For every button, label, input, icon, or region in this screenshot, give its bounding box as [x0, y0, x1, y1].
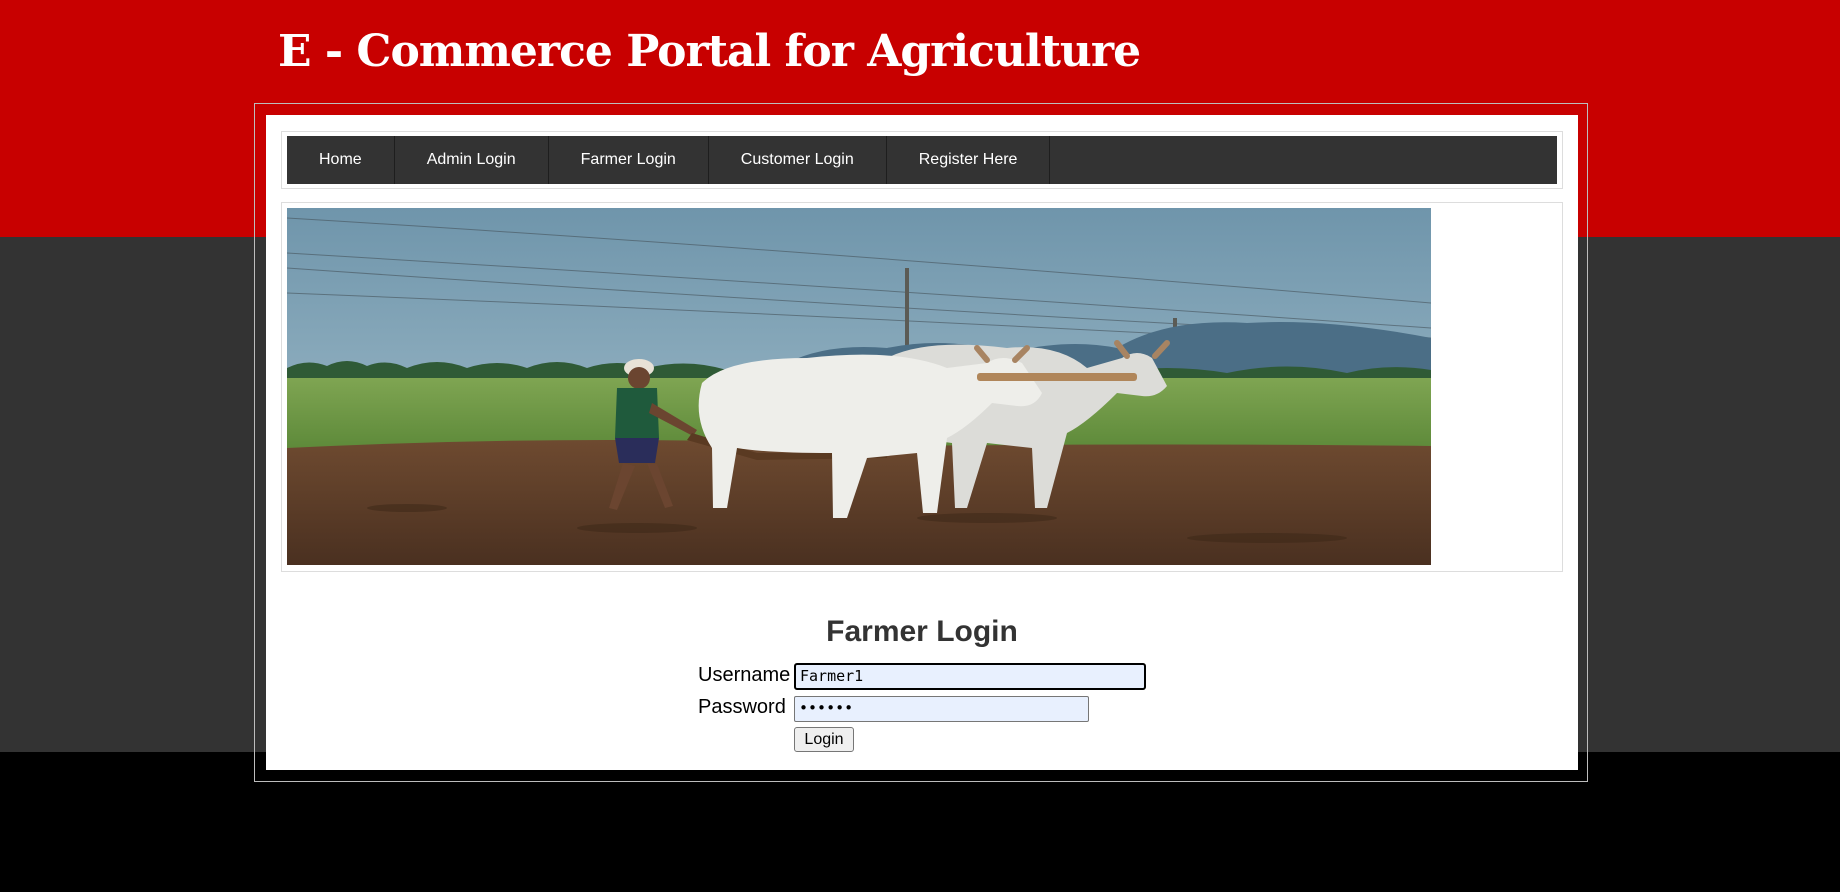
- nav-farmer-login[interactable]: Farmer Login: [549, 136, 709, 184]
- nav-home[interactable]: Home: [287, 136, 395, 184]
- login-title: Farmer Login: [826, 615, 1018, 648]
- username-input[interactable]: Farmer1: [794, 663, 1146, 690]
- site-title: E - Commerce Portal for Agriculture: [278, 26, 1141, 77]
- nav-register[interactable]: Register Here: [887, 136, 1051, 184]
- main-nav: Home Admin Login Farmer Login Customer L…: [287, 136, 1557, 184]
- banner-image: [287, 208, 1431, 565]
- nav-customer-login[interactable]: Customer Login: [709, 136, 887, 184]
- login-button[interactable]: Login: [794, 727, 854, 752]
- password-label: Password: [698, 696, 786, 718]
- username-label: Username: [698, 664, 791, 686]
- password-input[interactable]: ••••••: [794, 696, 1089, 722]
- nav-admin-login[interactable]: Admin Login: [395, 136, 549, 184]
